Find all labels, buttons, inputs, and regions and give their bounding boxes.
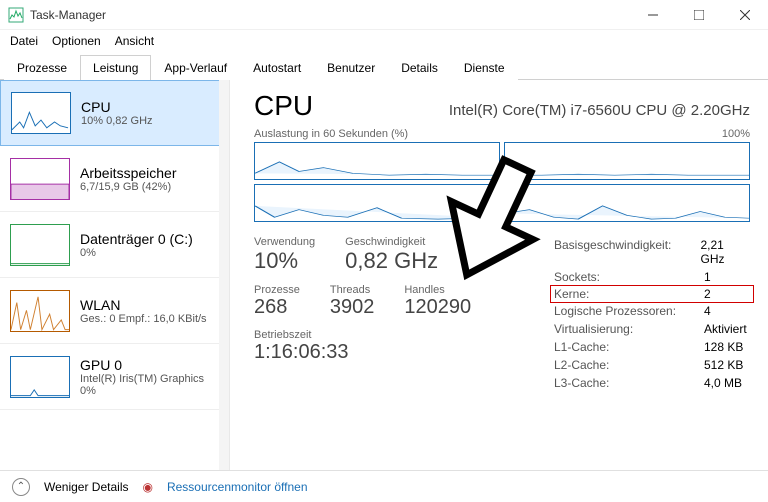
graph-max: 100% xyxy=(722,128,750,140)
tab-processes[interactable]: Prozesse xyxy=(4,55,80,80)
panel-title: CPU xyxy=(254,90,313,122)
cpu-details: Basisgeschwindigkeit:2,21 GHz Sockets:1 … xyxy=(554,236,750,392)
sidebar-wlan-name: WLAN xyxy=(80,297,207,313)
virt-k: Virtualisierung: xyxy=(554,322,704,336)
tab-performance[interactable]: Leistung xyxy=(80,55,151,80)
chevron-up-icon[interactable]: ⌃ xyxy=(12,478,30,496)
usage-label: Verwendung xyxy=(254,236,315,248)
sidebar-gpu-name: GPU 0 xyxy=(80,357,204,373)
sockets-k: Sockets: xyxy=(554,270,704,284)
processes-value: 268 xyxy=(254,296,300,319)
resource-monitor-link[interactable]: Ressourcenmonitor öffnen xyxy=(167,480,308,494)
menu-options[interactable]: Optionen xyxy=(46,32,107,50)
sidebar-item-memory[interactable]: Arbeitsspeicher 6,7/15,9 GB (42%) xyxy=(0,146,229,212)
menu-view[interactable]: Ansicht xyxy=(109,32,160,50)
main-area: CPU 10% 0,82 GHz Arbeitsspeicher 6,7/15,… xyxy=(0,80,768,478)
task-manager-icon xyxy=(8,7,24,23)
resmon-icon: ◉ xyxy=(142,480,152,494)
menubar: Datei Optionen Ansicht xyxy=(0,30,768,52)
threads-label: Threads xyxy=(330,284,375,296)
sidebar-item-gpu[interactable]: GPU 0 Intel(R) Iris(TM) Graphics 0% xyxy=(0,344,229,410)
cpu-graph-3 xyxy=(254,184,500,222)
cpu-graph-2 xyxy=(504,142,750,180)
base-speed-v: 2,21 GHz xyxy=(700,238,750,266)
fewer-details-link[interactable]: Weniger Details xyxy=(44,480,128,494)
sidebar-scrollbar[interactable] xyxy=(219,80,229,350)
cpu-model: Intel(R) Core(TM) i7-6560U CPU @ 2.20GHz xyxy=(449,102,750,119)
tab-app-history[interactable]: App-Verlauf xyxy=(151,55,240,80)
sidebar-wlan-sub: Ges.: 0 Empf.: 16,0 KBit/s xyxy=(80,313,207,325)
cpu-graphs[interactable] xyxy=(254,142,750,222)
cores-k: Kerne: xyxy=(554,287,704,301)
uptime-value: 1:16:06:33 xyxy=(254,341,554,364)
cpu-panel: CPU Intel(R) Core(TM) i7-6560U CPU @ 2.2… xyxy=(230,80,768,478)
cores-row-highlight: Kerne:2 xyxy=(550,285,754,303)
l1-k: L1-Cache: xyxy=(554,340,704,354)
graph-label: Auslastung in 60 Sekunden (%) xyxy=(254,128,408,140)
tab-startup[interactable]: Autostart xyxy=(240,55,314,80)
usage-value: 10% xyxy=(254,248,315,274)
sidebar-memory-name: Arbeitsspeicher xyxy=(80,165,177,181)
sidebar-cpu-sub: 10% 0,82 GHz xyxy=(81,115,153,127)
sidebar-item-cpu[interactable]: CPU 10% 0,82 GHz xyxy=(0,80,229,146)
sidebar-disk-sub: 0% xyxy=(80,247,193,259)
menu-file[interactable]: Datei xyxy=(4,32,44,50)
titlebar: Task-Manager xyxy=(0,0,768,30)
close-button[interactable] xyxy=(722,0,768,30)
virt-v: Aktiviert xyxy=(704,322,747,336)
tabs: Prozesse Leistung App-Verlauf Autostart … xyxy=(0,54,768,80)
performance-sidebar: CPU 10% 0,82 GHz Arbeitsspeicher 6,7/15,… xyxy=(0,80,230,478)
l2-v: 512 KB xyxy=(704,358,743,372)
logical-k: Logische Prozessoren: xyxy=(554,304,704,318)
tab-services[interactable]: Dienste xyxy=(451,55,518,80)
handles-label: Handles xyxy=(404,284,471,296)
window-title: Task-Manager xyxy=(30,8,630,22)
cores-v: 2 xyxy=(704,287,711,301)
logical-v: 4 xyxy=(704,304,711,318)
cpu-graph-1 xyxy=(254,142,500,180)
uptime-label: Betriebszeit xyxy=(254,329,554,341)
l2-k: L2-Cache: xyxy=(554,358,704,372)
sockets-v: 1 xyxy=(704,270,711,284)
l3-v: 4,0 MB xyxy=(704,376,742,390)
processes-label: Prozesse xyxy=(254,284,300,296)
speed-value: 0,82 GHz xyxy=(345,248,438,274)
sidebar-gpu-pct: 0% xyxy=(80,385,204,397)
sidebar-gpu-sub: Intel(R) Iris(TM) Graphics xyxy=(80,373,204,385)
tab-users[interactable]: Benutzer xyxy=(314,55,388,80)
footer: ⌃ Weniger Details ◉ Ressourcenmonitor öf… xyxy=(0,470,768,502)
maximize-button[interactable] xyxy=(676,0,722,30)
speed-label: Geschwindigkeit xyxy=(345,236,438,248)
minimize-button[interactable] xyxy=(630,0,676,30)
l3-k: L3-Cache: xyxy=(554,376,704,390)
sidebar-cpu-name: CPU xyxy=(81,99,153,115)
sidebar-item-disk[interactable]: Datenträger 0 (C:) 0% xyxy=(0,212,229,278)
tab-details[interactable]: Details xyxy=(388,55,451,80)
cpu-graph-4 xyxy=(504,184,750,222)
sidebar-item-wlan[interactable]: WLAN Ges.: 0 Empf.: 16,0 KBit/s xyxy=(0,278,229,344)
threads-value: 3902 xyxy=(330,296,375,319)
sidebar-memory-sub: 6,7/15,9 GB (42%) xyxy=(80,181,177,193)
sidebar-disk-name: Datenträger 0 (C:) xyxy=(80,231,193,247)
l1-v: 128 KB xyxy=(704,340,743,354)
handles-value: 120290 xyxy=(404,296,471,319)
base-speed-k: Basisgeschwindigkeit: xyxy=(554,238,700,266)
